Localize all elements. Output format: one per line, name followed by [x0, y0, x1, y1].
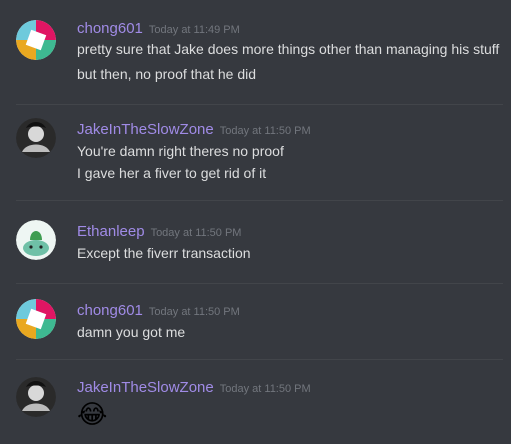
message-timestamp: Today at 11:50 PM	[150, 227, 242, 239]
chong601-avatar[interactable]	[16, 20, 56, 60]
author-name[interactable]: JakeInTheSlowZone	[77, 379, 214, 396]
message-timestamp: Today at 11:50 PM	[219, 383, 311, 395]
author-name[interactable]: chong601	[77, 302, 143, 319]
author-name[interactable]: chong601	[77, 20, 143, 37]
chong601-avatar[interactable]	[16, 299, 56, 339]
message-timestamp: Today at 11:50 PM	[148, 306, 240, 318]
user-photo-icon	[16, 377, 56, 417]
message-text: Except the fiverr transaction	[77, 245, 251, 261]
message-text: You're damn right theres no proof	[77, 143, 284, 159]
slack-like-logo-icon	[16, 299, 56, 339]
message-timestamp: Today at 11:49 PM	[148, 24, 240, 36]
message-author[interactable]: JakeInTheSlowZone Today at 11:50 PM	[77, 379, 311, 396]
message-text: pretty sure that Jake does more things o…	[77, 41, 500, 57]
message-text: damn you got me	[77, 324, 186, 340]
author-name[interactable]: Ethanleep	[77, 223, 145, 240]
message-text: but then, no proof that he did	[77, 66, 257, 82]
slack-like-logo-icon	[16, 20, 56, 60]
message-divider	[16, 104, 503, 105]
joy-emoji[interactable]: 😂	[77, 399, 107, 429]
message-timestamp: Today at 11:50 PM	[219, 125, 311, 137]
jake-avatar[interactable]	[16, 118, 56, 158]
message-author[interactable]: JakeInTheSlowZone Today at 11:50 PM	[77, 121, 311, 138]
author-name[interactable]: JakeInTheSlowZone	[77, 121, 214, 138]
message-author[interactable]: Ethanleep Today at 11:50 PM	[77, 223, 241, 240]
message-divider	[16, 359, 503, 360]
user-photo-icon	[16, 118, 56, 158]
chat-messages: chong601 Today at 11:49 PM pretty sure th…	[0, 0, 511, 444]
message-divider	[16, 200, 503, 201]
ethanleep-avatar[interactable]	[16, 220, 56, 260]
message-author[interactable]: chong601 Today at 11:50 PM	[77, 302, 240, 319]
message-text: I gave her a fiver to get rid of it	[77, 165, 267, 181]
bulbasaur-icon	[16, 220, 56, 260]
message-author[interactable]: chong601 Today at 11:49 PM	[77, 20, 240, 37]
jake-avatar[interactable]	[16, 377, 56, 417]
message-divider	[16, 283, 503, 284]
